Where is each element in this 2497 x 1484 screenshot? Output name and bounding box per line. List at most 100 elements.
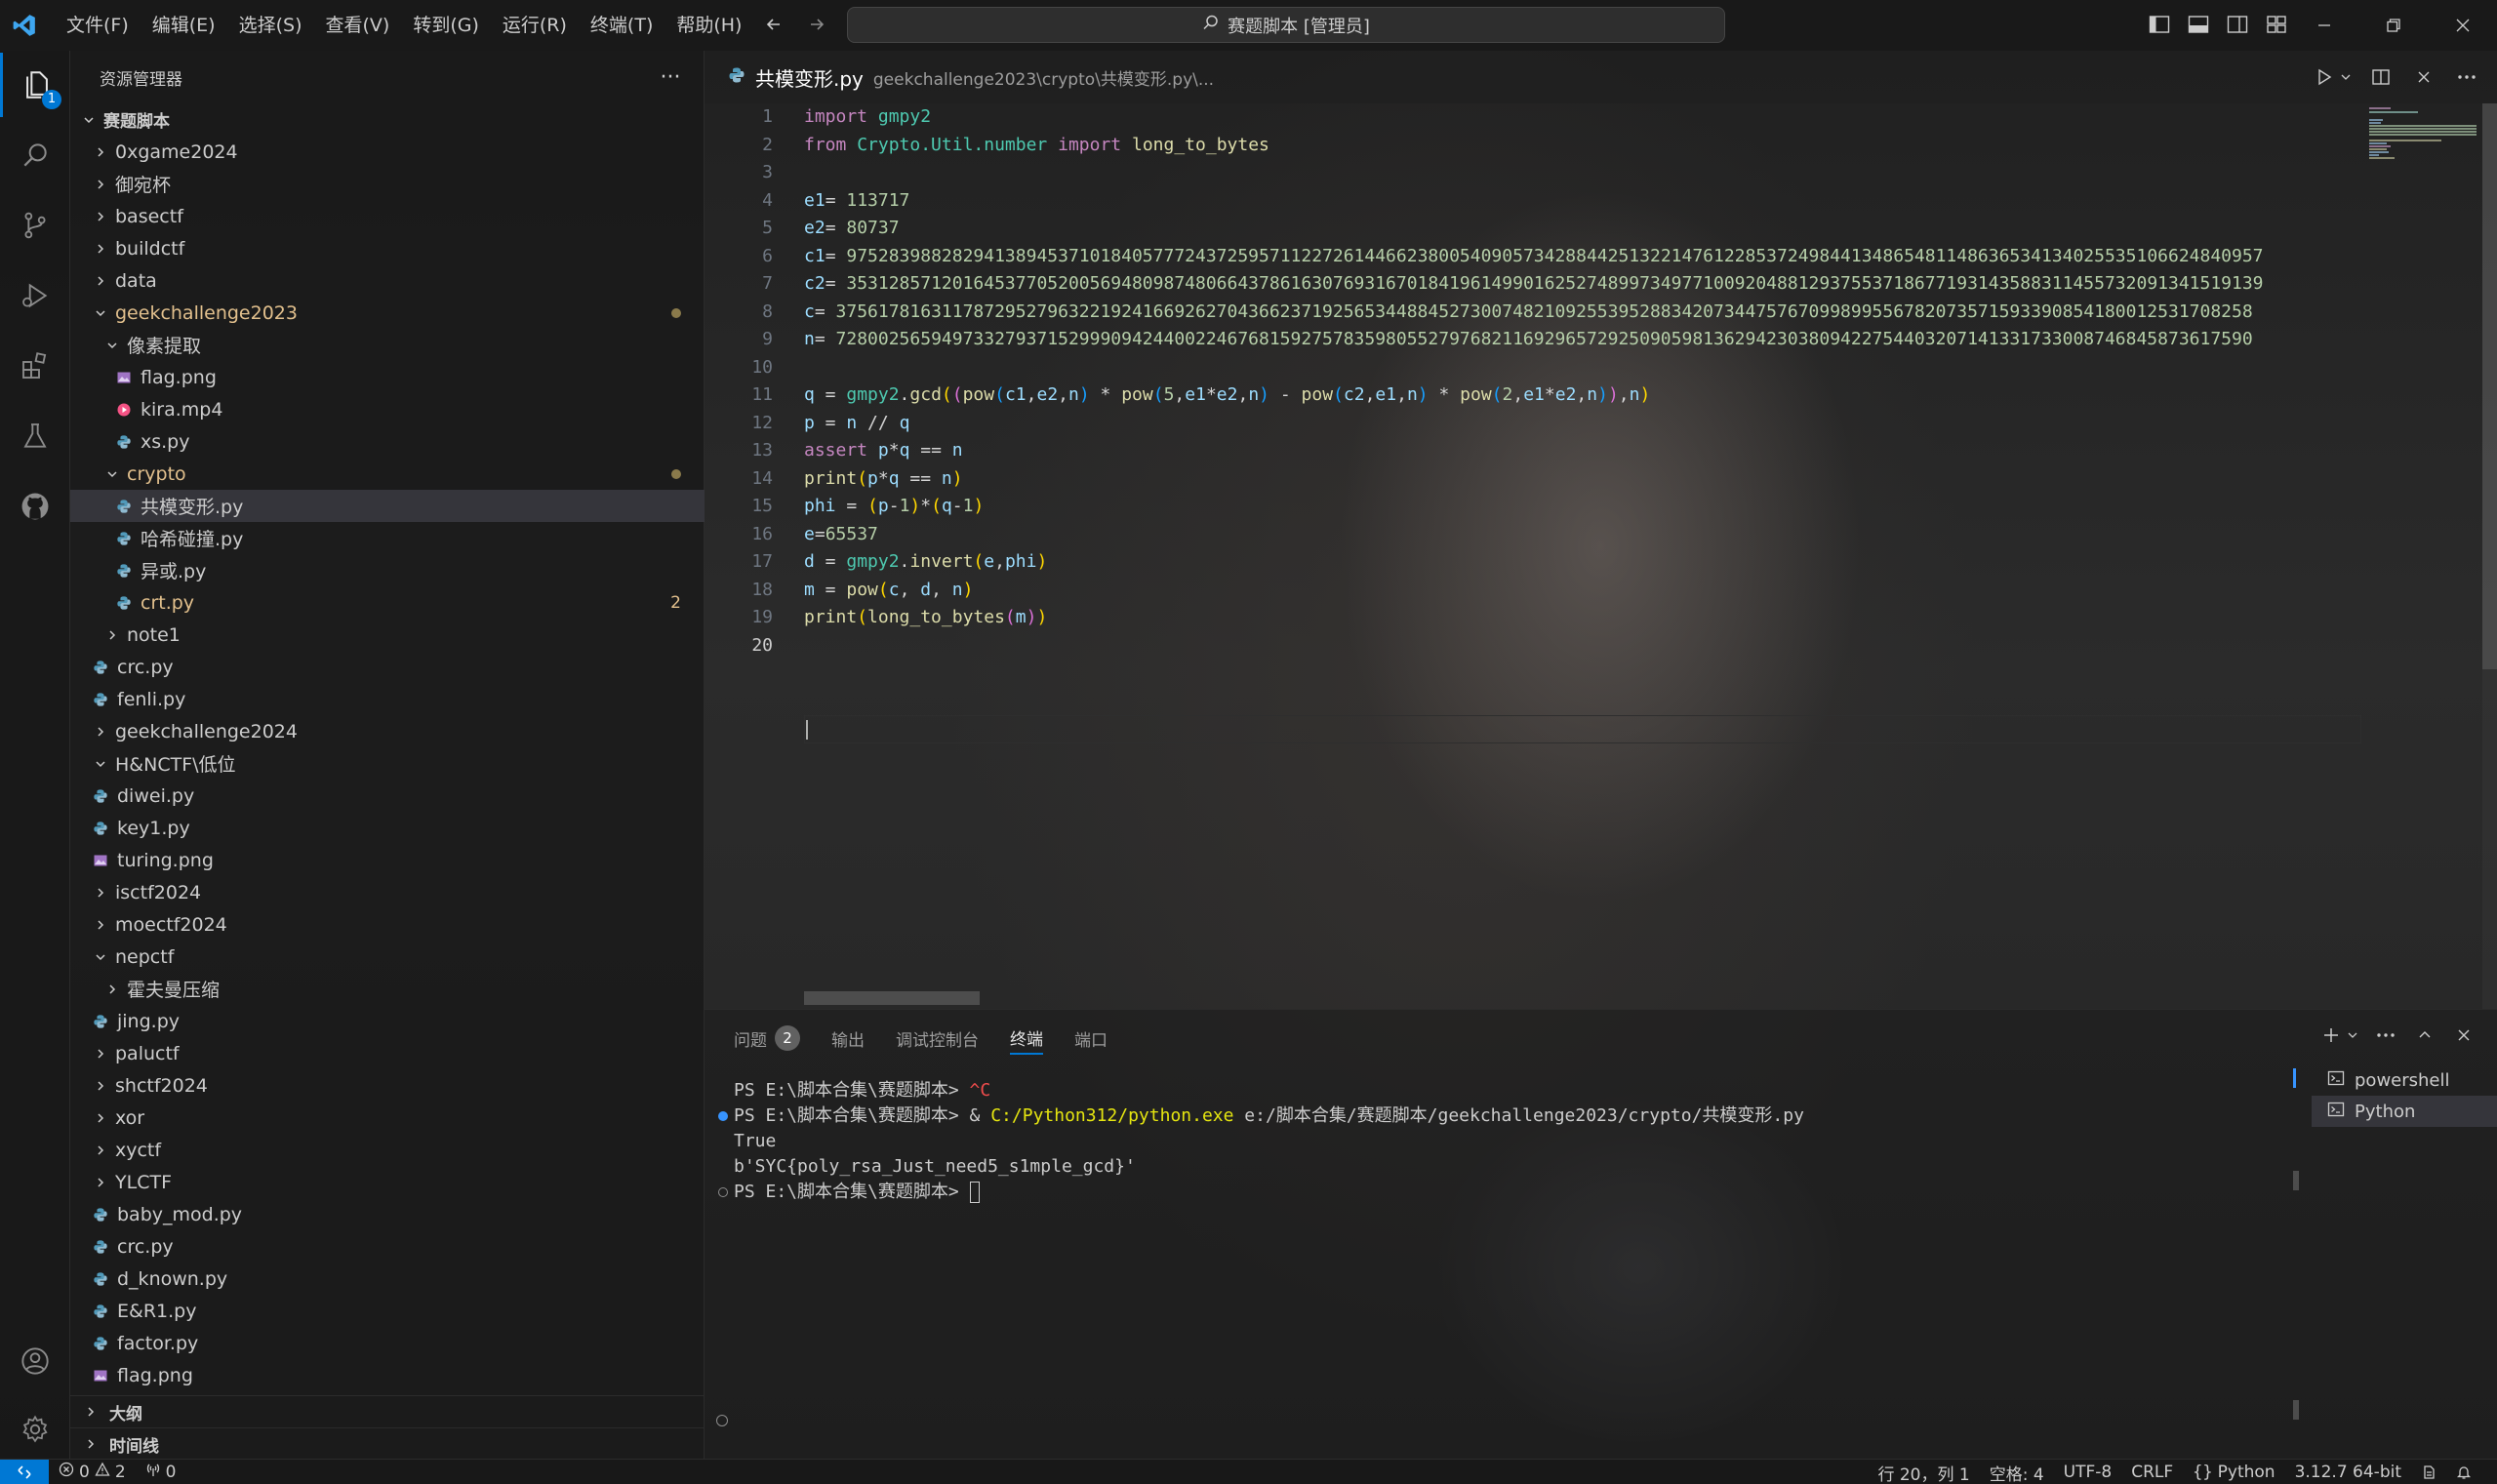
run-python-file-icon[interactable] [2310,62,2339,92]
menu-item-3[interactable]: 查看(V) [314,9,402,42]
tree-folder[interactable]: nepctf [70,941,705,973]
menu-item-6[interactable]: 终端(T) [579,9,665,42]
notifications-bell-icon[interactable] [2446,1464,2481,1480]
split-editor-icon[interactable] [2366,62,2396,92]
back-arrow-icon[interactable] [759,10,788,39]
settings-gear-icon[interactable] [0,1397,70,1462]
run-dropdown-chevron-icon[interactable] [2339,62,2353,92]
tree-file[interactable]: key1.py [70,812,705,844]
tree-file[interactable]: flag.png [70,361,705,393]
tree-file[interactable]: diwei.py [70,780,705,812]
cursor-position[interactable]: 行 20，列 1 [1868,1461,1979,1484]
maximize-panel-chevron-up-icon[interactable] [2411,1022,2438,1049]
tree-file[interactable]: factor.py [70,1327,705,1359]
accounts-icon[interactable] [0,1329,70,1393]
tree-file[interactable]: jing.py [70,1005,705,1037]
menu-item-0[interactable]: 文件(F) [55,9,141,42]
panel-tab-1[interactable]: 输出 [831,1022,865,1055]
tree-file[interactable]: turing.png [70,844,705,876]
terminal-profile-chevron-icon[interactable] [2345,1022,2360,1049]
forward-arrow-icon[interactable] [802,10,831,39]
tree-folder[interactable]: crypto [70,458,705,490]
tree-folder[interactable]: moectf2024 [70,908,705,941]
tree-folder[interactable]: H&NCTF\低位 [70,747,705,780]
tree-folder[interactable]: xor [70,1102,705,1134]
tree-folder[interactable]: data [70,264,705,297]
tree-folder[interactable]: geekchallenge2024 [70,715,705,747]
tree-file[interactable]: crt.py 2 [70,586,705,619]
tree-file[interactable]: xs.py [70,425,705,458]
tree-folder[interactable]: YLCTF [70,1166,705,1198]
toggle-secondary-sidebar-icon[interactable] [2223,10,2252,39]
tree-file[interactable]: crc.py [70,651,705,683]
tree-file[interactable]: 共模变形.py [70,490,705,522]
tree-folder[interactable]: 赛题脚本 [70,103,705,136]
menu-item-4[interactable]: 转到(G) [401,9,491,42]
tree-folder[interactable]: isctf2024 [70,876,705,908]
menu-item-5[interactable]: 运行(R) [491,9,579,42]
tree-folder[interactable]: xyctf [70,1134,705,1166]
panel-tab-3[interactable]: 终端 [1010,1022,1043,1055]
tree-folder[interactable]: 霍夫曼压缩 [70,973,705,1005]
toggle-primary-sidebar-icon[interactable] [2145,10,2174,39]
python-interpreter[interactable]: 3.12.7 64-bit [2285,1463,2411,1482]
explorer-icon[interactable]: 1 [0,53,70,117]
command-center[interactable]: 赛题脚本 [管理员] [847,7,1725,43]
minimize-icon[interactable] [2289,0,2358,51]
tree-file[interactable]: 异或.py [70,554,705,586]
minimap[interactable] [2363,103,2482,1009]
outline-section[interactable]: 大纲 [70,1395,705,1427]
close-editor-icon[interactable] [2409,62,2438,92]
run-and-debug-icon[interactable] [0,263,70,328]
editor-tab[interactable]: 共模变形.py geekchallenge2023\crypto\共模变形.py… [705,51,1237,103]
python-file-status-icon[interactable] [2411,1464,2446,1480]
code-editor[interactable]: 1 2 3 4 5 6 7 8 9 10 11 12 13 14 15 16 17 18 19 20 import g… [705,103,2497,1009]
tree-folder[interactable]: 御宛杯 [70,168,705,200]
editor-horizontal-scroll-thumb[interactable] [804,991,980,1005]
github-icon[interactable] [0,474,70,539]
end-of-line[interactable]: CRLF [2121,1463,2183,1482]
tree-folder[interactable]: paluctf [70,1037,705,1069]
remote-indicator-icon[interactable] [0,1459,49,1484]
more-actions-icon[interactable]: ··· [656,62,685,92]
indentation[interactable]: 空格: 4 [1980,1461,2054,1484]
tree-file[interactable]: fenli.py [70,683,705,715]
menu-item-1[interactable]: 编辑(E) [141,9,227,42]
tree-file[interactable]: 哈希碰撞.py [70,522,705,554]
tree-folder[interactable]: buildctf [70,232,705,264]
tree-folder[interactable]: shctf2024 [70,1069,705,1102]
menu-item-2[interactable]: 选择(S) [227,9,314,42]
tree-file[interactable]: crc.py [70,1230,705,1263]
tree-folder[interactable]: note1 [70,619,705,651]
panel-tab-2[interactable]: 调试控制台 [896,1022,979,1055]
tree-file[interactable]: E&R1.py [70,1295,705,1327]
tree-file[interactable]: d_known.py [70,1263,705,1295]
tree-file[interactable]: kira.mp4 [70,393,705,425]
terminal-output[interactable]: PS E:\脚本合集\赛题脚本> ^C PS E:\脚本合集\赛题脚本> & C:… [718,1078,2295,1205]
tree-folder[interactable]: basectf [70,200,705,232]
tree-file[interactable]: flag.png [70,1359,705,1391]
customize-layout-icon[interactable] [2262,10,2291,39]
timeline-section[interactable]: 时间线 [70,1427,705,1460]
panel-more-icon[interactable] [2372,1022,2399,1049]
toggle-panel-icon[interactable] [2184,10,2213,39]
search-view-icon[interactable] [0,123,70,187]
terminal-instance-0[interactable]: powershell [2312,1064,2497,1096]
tree-folder[interactable]: 像素提取 [70,329,705,361]
editor-more-icon[interactable] [2452,62,2481,92]
extensions-icon[interactable] [0,334,70,398]
encoding[interactable]: UTF-8 [2054,1463,2122,1482]
source-control-icon[interactable] [0,193,70,258]
tree-file[interactable]: baby_mod.py [70,1198,705,1230]
tree-folder[interactable]: 0xgame2024 [70,136,705,168]
panel-tab-4[interactable]: 端口 [1074,1022,1108,1055]
problems-status[interactable]: 0 2 [49,1462,136,1482]
restore-icon[interactable] [2358,0,2428,51]
tree-folder[interactable]: geekchallenge2023 [70,297,705,329]
new-terminal-plus-icon[interactable] [2317,1022,2345,1049]
editor-vertical-scroll-thumb[interactable] [2482,103,2497,669]
forwarded-ports-status[interactable]: 0 [136,1462,186,1482]
language-mode[interactable]: {} Python [2183,1463,2284,1482]
menu-item-7[interactable]: 帮助(H) [665,9,753,42]
terminal-instance-1[interactable]: Python [2312,1096,2497,1127]
